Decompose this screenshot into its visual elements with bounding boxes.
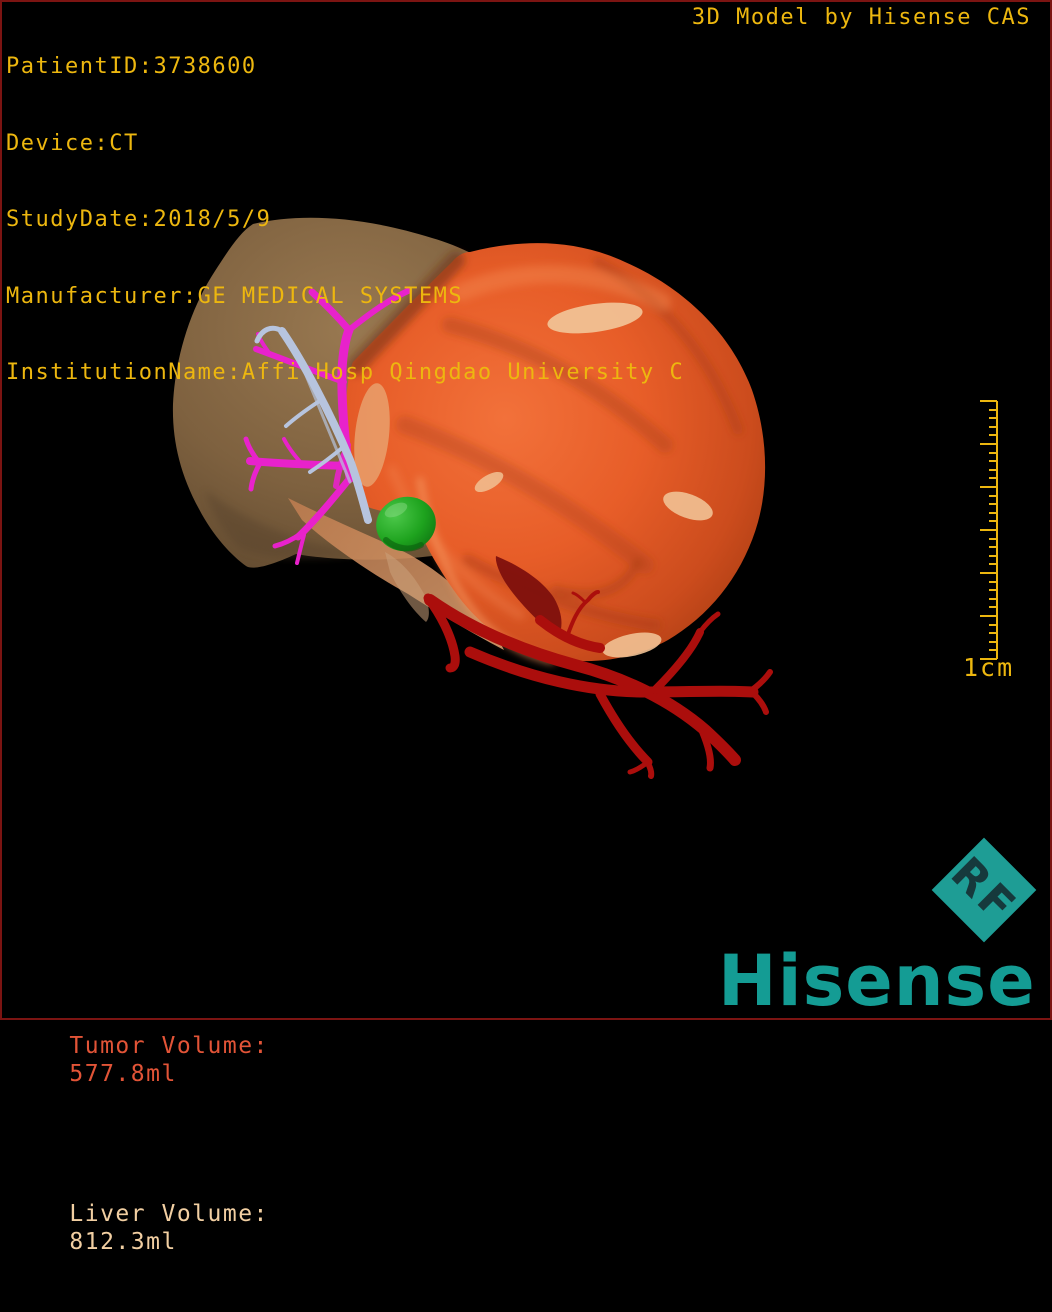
rf-watermark-text: RF: [941, 848, 1027, 934]
tumor-volume-value: 577.8ml: [69, 1061, 177, 1087]
liver-volume-row: Liver Volume: 812.3ml: [8, 1172, 275, 1284]
tumor-volume-row: Tumor Volume: 577.8ml: [8, 1004, 275, 1116]
liver-volume-label: Liver Volume:: [69, 1201, 269, 1227]
device-line: Device:CT: [6, 130, 139, 156]
patient-info-block: PatientID:3738600 Device:CT StudyDate:20…: [6, 3, 684, 411]
patient-id-line: PatientID:3738600: [6, 54, 257, 79]
study-date-line: StudyDate:2018/5/9: [6, 207, 272, 232]
tumor-volume-label: Tumor Volume:: [69, 1033, 269, 1059]
rf-watermark: RF: [931, 837, 1037, 943]
hisense-logo: Hisense: [718, 940, 1036, 1022]
institution-line: InstitutionName:Affi Hosp Qingdao Univer…: [6, 360, 685, 385]
scene-title: 3D Model by Hisense CAS: [691, 5, 1031, 30]
liver-volume-value: 812.3ml: [69, 1229, 177, 1255]
scale-ruler: [980, 400, 998, 660]
manufacturer-line: Manufacturer:GE MEDICAL SYSTEMS: [6, 283, 464, 309]
volume-readouts: Tumor Volume: 577.8ml Liver Volume: 812.…: [8, 948, 275, 1312]
ruler-scale-label: 1cm: [963, 653, 1015, 682]
